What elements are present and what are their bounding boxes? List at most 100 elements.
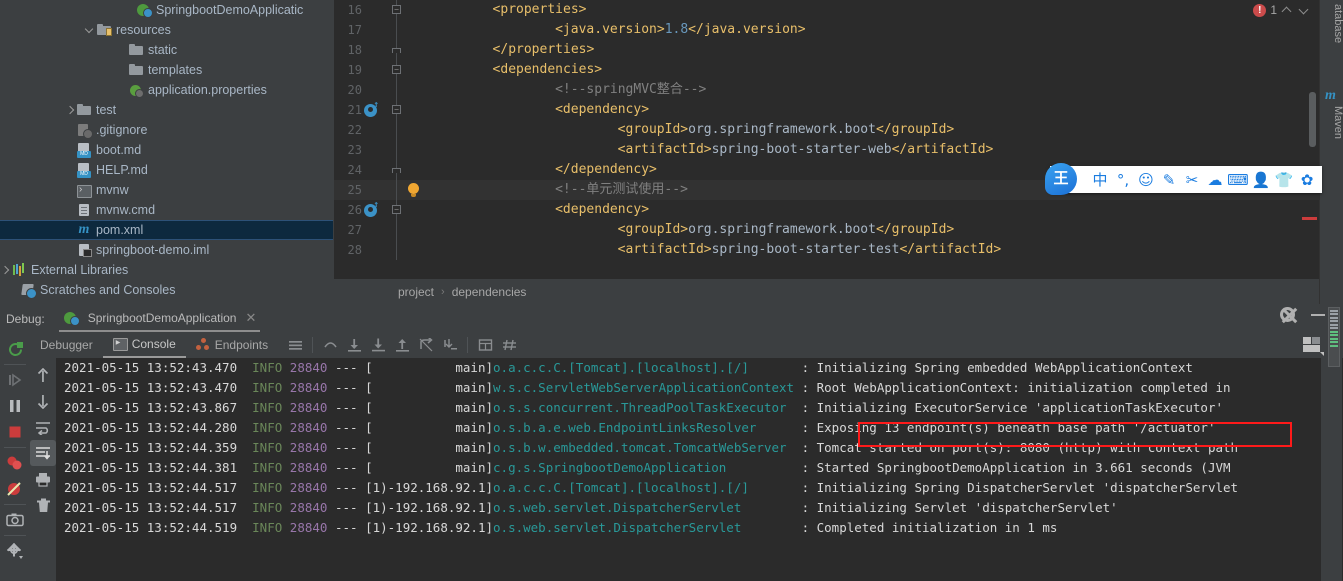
tab-console[interactable]: Console	[102, 332, 186, 358]
evaluate-expression-button[interactable]	[474, 334, 496, 356]
ime-toolbar[interactable]: 王 中 °, ☺ ✎ ✂ ☁ ⌨ 👤 👕 ✿	[1045, 163, 1322, 195]
console-log-line[interactable]: 2021-05-15 13:52:43.470 INFO 28840 --- […	[56, 378, 1321, 398]
user-icon[interactable]: 👤	[1251, 169, 1271, 191]
scissors-icon[interactable]: ✂	[1182, 169, 1202, 191]
emoji-icon[interactable]: ☺	[1136, 169, 1156, 191]
view-breakpoints-button[interactable]	[2, 450, 28, 476]
tree-item-templates[interactable]: templates	[0, 60, 333, 80]
pause-program-button[interactable]	[2, 393, 28, 419]
intention-bulb-icon[interactable]	[407, 183, 420, 197]
layout-settings-button[interactable]	[1303, 337, 1324, 356]
console-log-line[interactable]: 2021-05-15 13:52:44.519 INFO 28840 --- […	[56, 518, 1321, 538]
code-line[interactable]: 20 <!--springMVC整合-->	[334, 80, 1319, 100]
breadcrumb-item-project[interactable]: project	[398, 285, 434, 299]
step-actions-toolbar[interactable]	[284, 334, 520, 356]
tool-tab-maven[interactable]: Maven	[1320, 106, 1343, 139]
code-line[interactable]: 23 <artifactId>spring-boot-starter-web</a…	[334, 140, 1319, 160]
memory-indicator[interactable]	[1328, 307, 1340, 367]
code-line[interactable]: 28 <artifactId>spring-boot-starter-test</…	[334, 240, 1319, 260]
tree-item-boot-md[interactable]: boot.md	[0, 140, 333, 160]
tree-item-mvnw[interactable]: mvnw	[0, 180, 333, 200]
run-to-cursor-button[interactable]	[439, 334, 461, 356]
tab-endpoints[interactable]: Endpoints	[186, 332, 278, 358]
tree-item-test[interactable]: test	[0, 100, 333, 120]
gear-icon[interactable]	[1280, 307, 1295, 322]
spring-bean-gutter-icon[interactable]: ↑	[364, 201, 379, 217]
console-side-toolbar[interactable]	[30, 358, 56, 581]
settings-icon[interactable]: ✿	[1297, 169, 1317, 191]
console-log-line[interactable]: 2021-05-15 13:52:43.470 INFO 28840 --- […	[56, 358, 1321, 378]
mute-breakpoints-button[interactable]	[2, 476, 28, 502]
console-log-line[interactable]: 2021-05-15 13:52:43.867 INFO 28840 --- […	[56, 398, 1321, 418]
chevron-down-icon[interactable]	[1298, 4, 1311, 17]
tree-item-springboot-demo-iml[interactable]: springboot-demo.iml	[0, 240, 333, 260]
resume-program-button[interactable]	[2, 367, 28, 393]
chevron-down-icon[interactable]	[85, 25, 96, 36]
chevron-right-icon[interactable]	[0, 265, 11, 276]
code-line[interactable]: 22 <groupId>org.springframework.boot</gro…	[334, 120, 1319, 140]
console-log-line[interactable]: 2021-05-15 13:52:44.517 INFO 28840 --- […	[56, 498, 1321, 518]
debug-tabs-bar[interactable]: Debugger Console Endpoints	[30, 332, 1343, 358]
step-over-button[interactable]	[319, 334, 341, 356]
code-line[interactable]: 16 − <properties>	[334, 0, 1319, 20]
fold-end-icon[interactable]	[392, 168, 401, 173]
chevron-right-icon[interactable]	[65, 105, 76, 116]
code-line[interactable]: 27 <groupId>org.springframework.boot</gro…	[334, 220, 1319, 240]
right-tool-window-bar[interactable]: atabase m Maven	[1319, 0, 1343, 304]
console-log-line[interactable]: 2021-05-15 13:52:44.381 INFO 28840 --- […	[56, 458, 1321, 478]
tree-item-mvnw-cmd[interactable]: mvnw.cmd	[0, 200, 333, 220]
tree-item-resources[interactable]: resources	[0, 20, 333, 40]
skin-icon[interactable]: 👕	[1274, 169, 1294, 191]
tree-item-application-properties[interactable]: application.properties	[0, 80, 333, 100]
editor-scrollbar-thumb[interactable]	[1309, 92, 1316, 147]
settings-button[interactable]	[2, 538, 28, 564]
stop-button[interactable]	[2, 419, 28, 445]
force-step-into-button[interactable]	[367, 334, 389, 356]
console-log-line[interactable]: 2021-05-15 13:52:44.517 INFO 28840 --- […	[56, 478, 1321, 498]
handwriting-icon[interactable]: ✎	[1159, 169, 1179, 191]
tree-item-pom-xml[interactable]: m pom.xml	[0, 220, 333, 240]
punctuation-icon[interactable]: °,	[1113, 169, 1133, 191]
fold-collapse-icon[interactable]: −	[392, 105, 401, 114]
clear-all-button[interactable]	[30, 492, 56, 518]
code-line[interactable]: 19 − <dependencies>	[334, 60, 1319, 80]
screenshot-button[interactable]	[2, 507, 28, 533]
console-marker-strip[interactable]	[1326, 305, 1342, 581]
fold-collapse-icon[interactable]: −	[392, 65, 401, 74]
drop-frame-button[interactable]	[415, 334, 437, 356]
minimize-icon[interactable]	[1311, 313, 1325, 316]
inspection-error-indicator[interactable]: ! 1	[1253, 1, 1311, 19]
debug-header-actions[interactable]	[1280, 307, 1325, 322]
project-tool-window[interactable]: SpringbootDemoApplicatic resources static t…	[0, 0, 333, 304]
spring-bean-gutter-icon[interactable]: ↑	[364, 101, 379, 117]
chinese-mode-icon[interactable]: 中	[1090, 169, 1110, 191]
code-line[interactable]: 18 </properties>	[334, 40, 1319, 60]
console-log-line[interactable]: 2021-05-15 13:52:44.359 INFO 28840 --- […	[56, 438, 1321, 458]
code-line[interactable]: 17 <java.version>1.8</java.version>	[334, 20, 1319, 40]
cloud-icon[interactable]: ☁	[1205, 169, 1225, 191]
editor-error-marker[interactable]	[1302, 217, 1317, 220]
debug-actions-toolbar[interactable]	[0, 332, 30, 581]
scroll-to-end-button[interactable]	[30, 440, 56, 466]
show-execution-point-button[interactable]	[284, 334, 306, 356]
code-editor[interactable]: 16 − <properties> 17 <java.version>1.8</java…	[334, 0, 1319, 279]
tab-debugger[interactable]: Debugger	[30, 332, 103, 358]
scroll-down-button[interactable]	[30, 388, 56, 414]
tool-tab-database[interactable]: atabase	[1320, 4, 1343, 43]
console-log-line[interactable]: 2021-05-15 13:52:44.280 INFO 28840 --- […	[56, 418, 1321, 438]
console-output[interactable]: 2021-05-15 13:52:43.470 INFO 28840 --- […	[56, 358, 1321, 581]
close-icon[interactable]: ✕	[245, 310, 256, 326]
code-line[interactable]: 21 − ↑ <dependency>	[334, 100, 1319, 120]
ime-logo-icon[interactable]: 王	[1045, 163, 1077, 195]
tree-item-static[interactable]: static	[0, 40, 333, 60]
fold-collapse-icon[interactable]: −	[392, 205, 401, 214]
run-configuration-tab[interactable]: SpringbootDemoApplication ✕	[58, 306, 261, 332]
keyboard-icon[interactable]: ⌨	[1227, 169, 1249, 191]
fold-collapse-icon[interactable]: −	[392, 5, 401, 14]
tree-item-help-md[interactable]: HELP.md	[0, 160, 333, 180]
breadcrumb-item-dependencies[interactable]: dependencies	[452, 285, 527, 299]
tree-item-external-libraries[interactable]: External Libraries	[0, 260, 333, 280]
breadcrumb[interactable]: project › dependencies	[334, 279, 1319, 304]
code-line[interactable]: 26 − ↑ <dependency>	[334, 200, 1319, 220]
tree-item-springbootdemoapplicatic[interactable]: SpringbootDemoApplicatic	[0, 0, 333, 20]
